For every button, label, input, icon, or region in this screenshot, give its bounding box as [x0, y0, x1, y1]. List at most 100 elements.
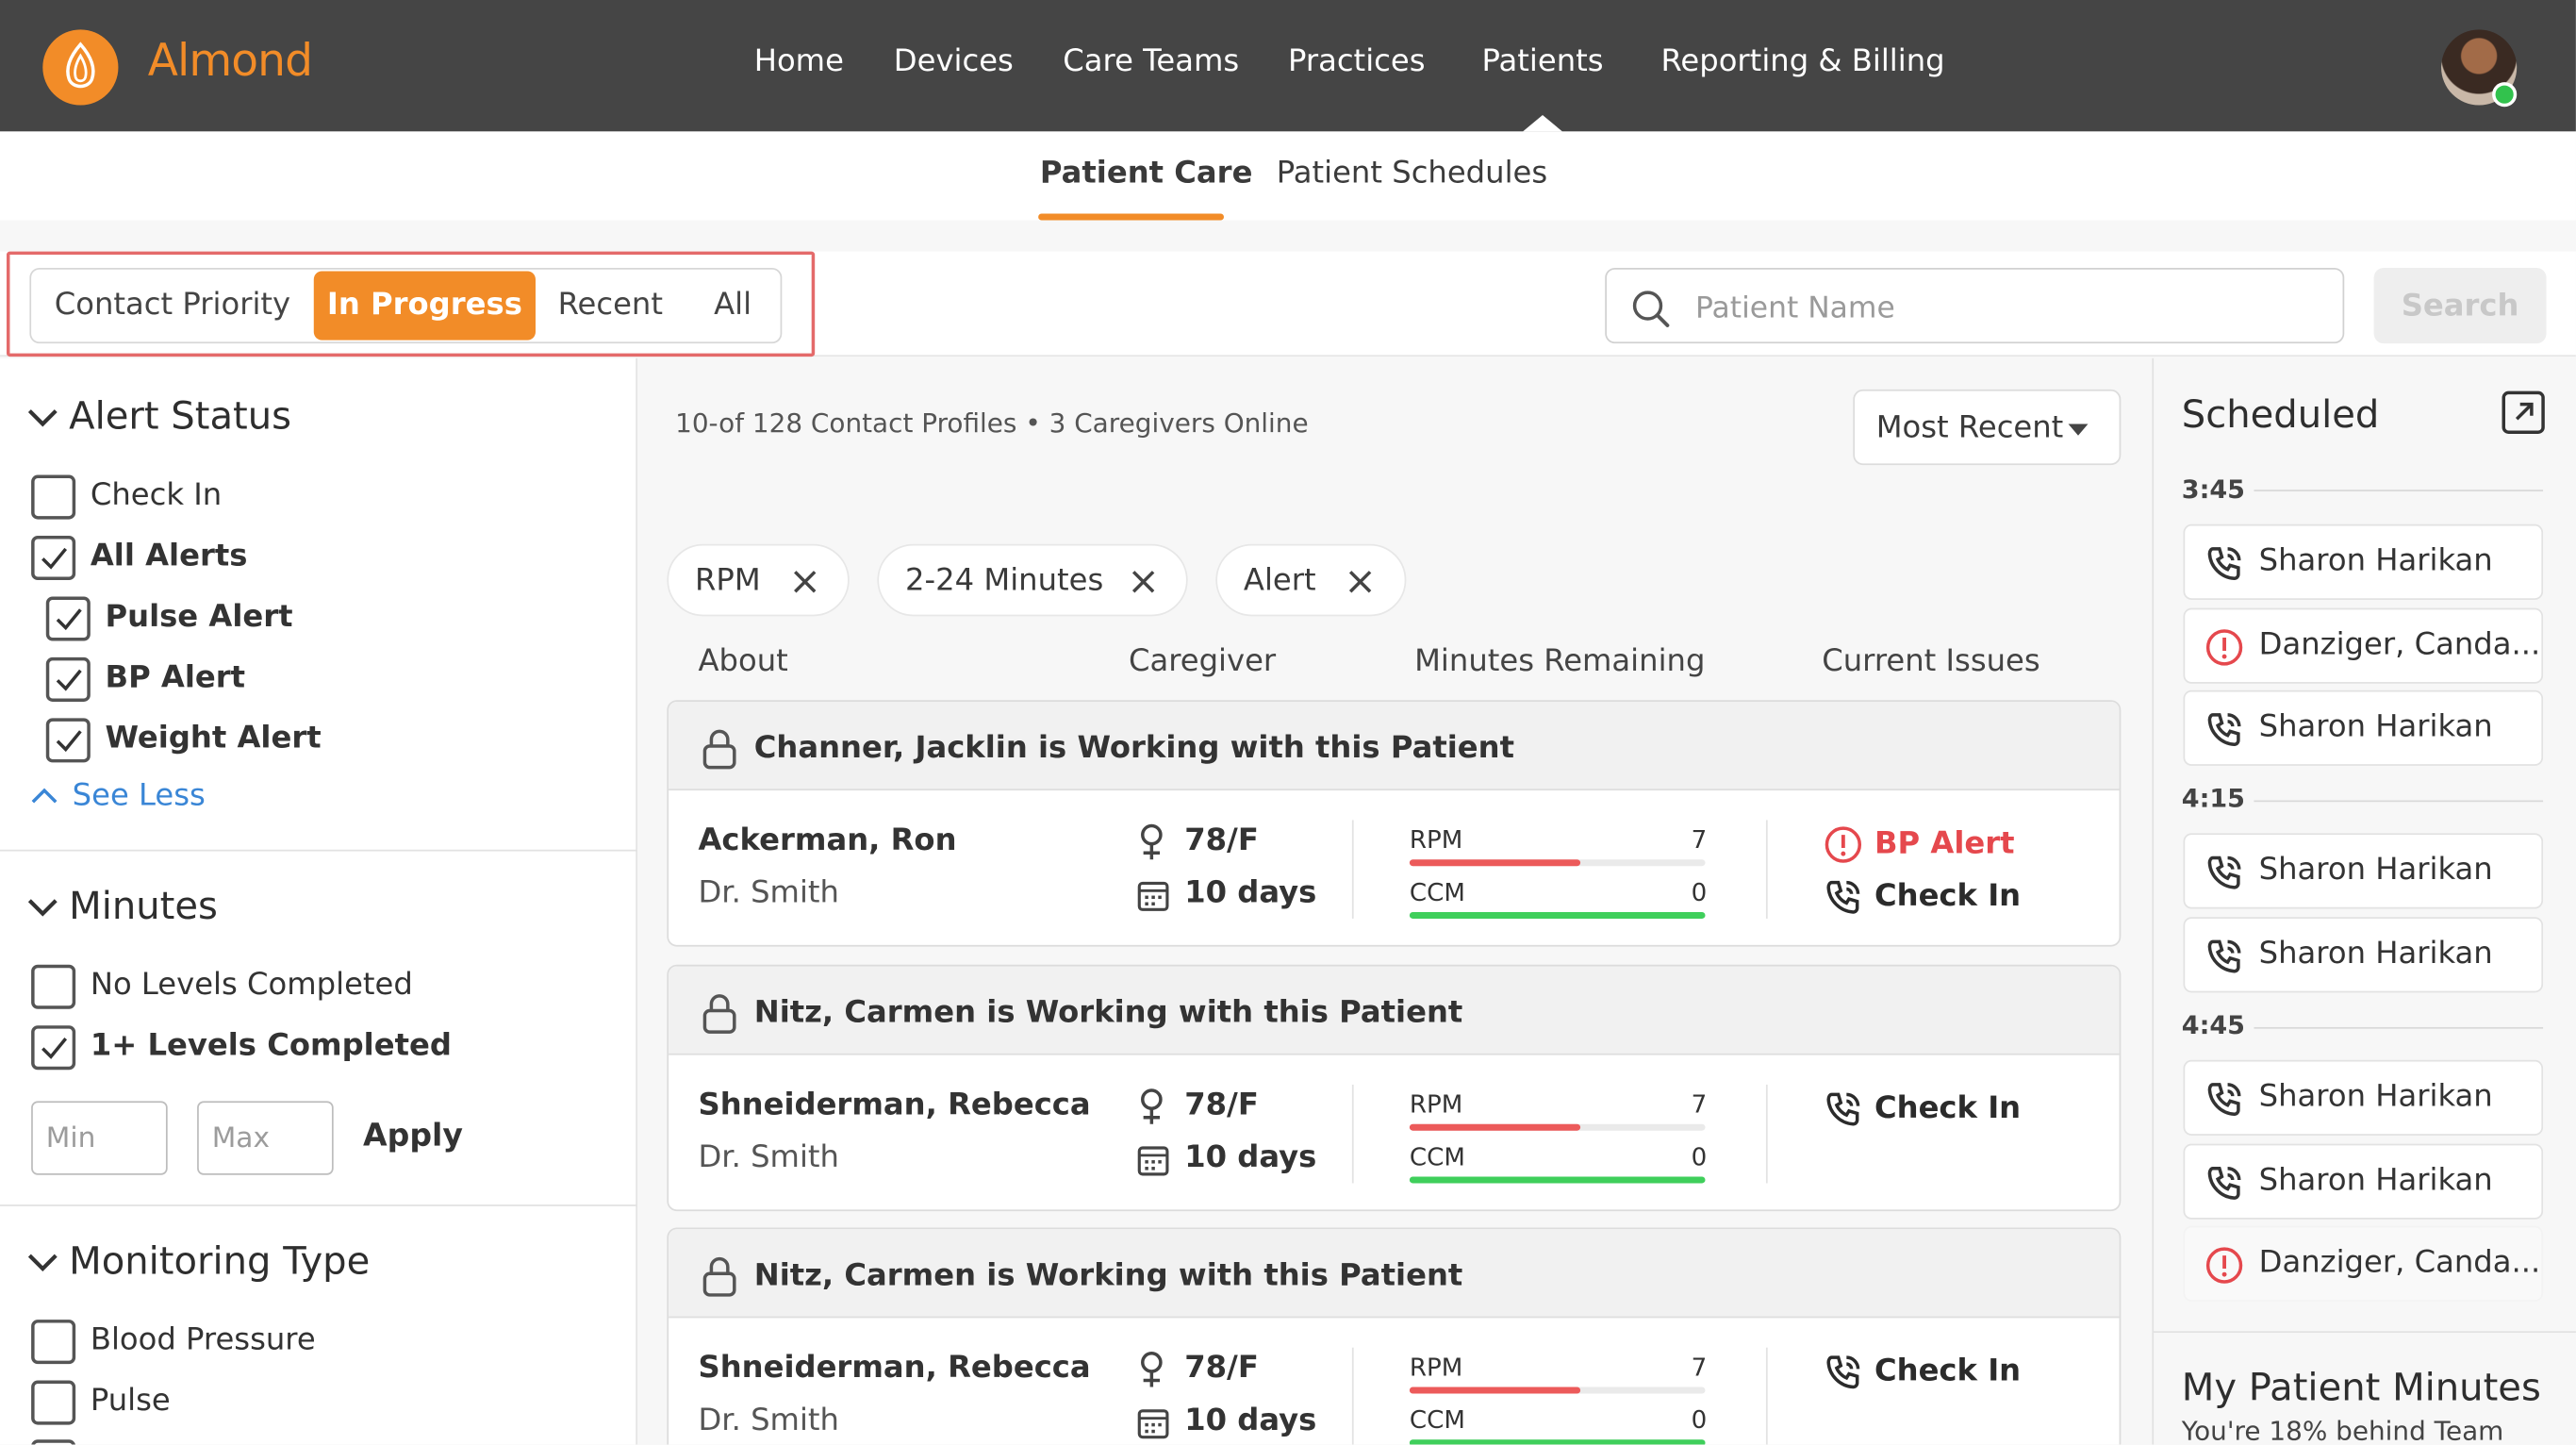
close-icon[interactable]: [792, 569, 818, 595]
patient-name[interactable]: Shneiderman, Rebecca: [698, 1088, 1090, 1122]
phone-call-icon: [2207, 1167, 2241, 1200]
checkbox-label: Pulse: [90, 1384, 171, 1419]
search-icon: [1632, 291, 1670, 327]
patient-name[interactable]: Ackerman, Ron: [698, 823, 956, 858]
checkbox-unchecked[interactable]: [31, 1320, 76, 1365]
patient-search-box: [1605, 267, 2345, 344]
time-slot-divider: [2254, 490, 2544, 491]
scheduled-item[interactable]: Sharon Harikan: [2183, 523, 2544, 600]
patient-card[interactable]: Nitz, Carmen is Working with this Patien…: [667, 1227, 2122, 1445]
active-tab-underline: [1038, 213, 1225, 221]
nav-reporting-billing[interactable]: Reporting & Billing: [1660, 44, 1944, 79]
scheduled-item[interactable]: Sharon Harikan: [2183, 1059, 2544, 1136]
patient-card[interactable]: Nitz, Carmen is Working with this Patien…: [667, 964, 2122, 1212]
checkbox-checked[interactable]: [45, 718, 91, 763]
close-icon[interactable]: [1347, 569, 1374, 595]
days-remaining: 10 days: [1184, 1140, 1317, 1175]
checkbox-unchecked[interactable]: [31, 964, 76, 1009]
search-button[interactable]: Search: [2373, 267, 2547, 344]
contact-profiles-summary: 10-of 128 Contact Profiles • 3 Caregiver…: [675, 407, 1309, 440]
scheduled-item[interactable]: Sharon Harikan: [2183, 917, 2544, 993]
checkbox-unchecked[interactable]: [31, 474, 76, 520]
checkbox-checked[interactable]: [31, 535, 76, 581]
checkbox-label: 1+ Levels Completed: [90, 1028, 452, 1064]
sub-navbar: Patient Care Patient Schedules: [0, 131, 2576, 221]
nav-care-teams[interactable]: Care Teams: [1063, 44, 1239, 79]
sort-dropdown[interactable]: Most Recent: [1853, 389, 2122, 466]
column-current-issues[interactable]: Current Issues: [1822, 644, 2039, 679]
filter-chip-alert[interactable]: Alert: [1215, 543, 1407, 617]
checkbox-checked[interactable]: [31, 1025, 76, 1071]
sidebar-divider: [0, 849, 638, 852]
filter-chip-minutes[interactable]: 2-24 Minutes: [877, 543, 1188, 617]
calendar-icon: [1137, 1146, 1169, 1176]
expand-external-icon[interactable]: [2501, 390, 2547, 436]
ccm-label: CCM: [1409, 877, 1465, 907]
lock-icon: [702, 1256, 736, 1297]
minutes-header[interactable]: Minutes: [26, 886, 218, 928]
online-status-indicator: [2492, 82, 2518, 108]
issue-label: Check In: [1874, 1354, 2022, 1389]
apply-button[interactable]: Apply: [363, 1118, 463, 1154]
column-about[interactable]: About: [698, 644, 787, 679]
calendar-icon: [1137, 1409, 1169, 1439]
scheduled-item[interactable]: Sharon Harikan: [2183, 689, 2544, 766]
top-navbar: Almond Home Devices Care Teams Practices…: [0, 0, 2576, 132]
chip-label: 2-24 Minutes: [905, 563, 1104, 599]
scheduled-item[interactable]: Sharon Harikan: [2183, 833, 2544, 909]
phone-call-icon: [2207, 1083, 2241, 1117]
close-icon[interactable]: [1131, 569, 1157, 595]
check-icon: [41, 547, 68, 570]
lock-message: Channer, Jacklin is Working with this Pa…: [753, 731, 1515, 766]
monitoring-type-header[interactable]: Monitoring Type: [26, 1240, 370, 1284]
nav-devices[interactable]: Devices: [894, 44, 1014, 79]
scheduled-patient-name: Sharon Harikan: [2258, 543, 2493, 579]
checkbox-checked[interactable]: [45, 596, 91, 641]
phone-call-icon: [1826, 1355, 1860, 1389]
filter-chip-rpm[interactable]: RPM: [667, 543, 850, 617]
checkbox-checked[interactable]: [45, 656, 91, 702]
app-name[interactable]: Almond: [148, 36, 313, 87]
ccm-progress-fill: [1409, 1439, 1706, 1445]
alert-status-header[interactable]: Alert Status: [26, 396, 291, 439]
chip-label: Alert: [1243, 563, 1316, 599]
scheduled-item[interactable]: Danziger, Canda...: [2183, 607, 2544, 684]
patient-age-sex: 78/F: [1184, 1351, 1259, 1386]
checkbox-unchecked[interactable]: [31, 1439, 76, 1445]
scheduled-item[interactable]: Sharon Harikan: [2183, 1143, 2544, 1220]
lock-icon: [702, 729, 736, 770]
nav-practices[interactable]: Practices: [1288, 44, 1426, 79]
ccm-label: CCM: [1409, 1404, 1465, 1436]
chip-label: RPM: [694, 563, 761, 599]
see-less-link[interactable]: See Less: [29, 779, 206, 813]
max-minutes-input[interactable]: [197, 1101, 334, 1175]
alert-circle-icon: [1825, 826, 1862, 863]
patient-age-sex: 78/F: [1184, 822, 1259, 858]
time-slot-label: 3:45: [2181, 474, 2245, 505]
column-minutes-remaining[interactable]: Minutes Remaining: [1414, 644, 1705, 679]
lock-message: Nitz, Carmen is Working with this Patien…: [753, 1258, 1463, 1294]
tab-patient-care[interactable]: Patient Care: [1040, 157, 1253, 191]
scheduled-item[interactable]: Danziger, Canda...: [2183, 1225, 2544, 1302]
almond-logo-icon[interactable]: [42, 29, 119, 106]
scheduled-title: Scheduled: [2181, 394, 2380, 438]
checkbox-label: Check In: [90, 478, 223, 513]
column-caregiver[interactable]: Caregiver: [1129, 644, 1276, 679]
patient-card[interactable]: Channer, Jacklin is Working with this Pa…: [667, 700, 2122, 947]
column-separator: [1765, 1084, 1768, 1184]
ccm-minutes: 0: [1691, 1404, 1708, 1436]
female-icon: [1141, 1352, 1163, 1387]
nav-patients[interactable]: Patients: [1482, 44, 1604, 79]
tab-patient-schedules[interactable]: Patient Schedules: [1277, 157, 1547, 191]
nav-home[interactable]: Home: [754, 44, 844, 79]
ccm-progress-bar: [1409, 1176, 1706, 1184]
rpm-minutes: 7: [1691, 1089, 1708, 1120]
min-minutes-input[interactable]: [31, 1101, 168, 1175]
checkbox-unchecked[interactable]: [31, 1380, 76, 1425]
my-patient-minutes-subtitle: You're 18% behind Team: [2181, 1415, 2504, 1445]
phone-call-icon: [1826, 880, 1860, 914]
ccm-minutes: 0: [1691, 1141, 1708, 1172]
patient-age-sex: 78/F: [1184, 1088, 1259, 1122]
patient-name-input[interactable]: [1695, 282, 2320, 332]
patient-name[interactable]: Shneiderman, Rebecca: [698, 1351, 1090, 1386]
